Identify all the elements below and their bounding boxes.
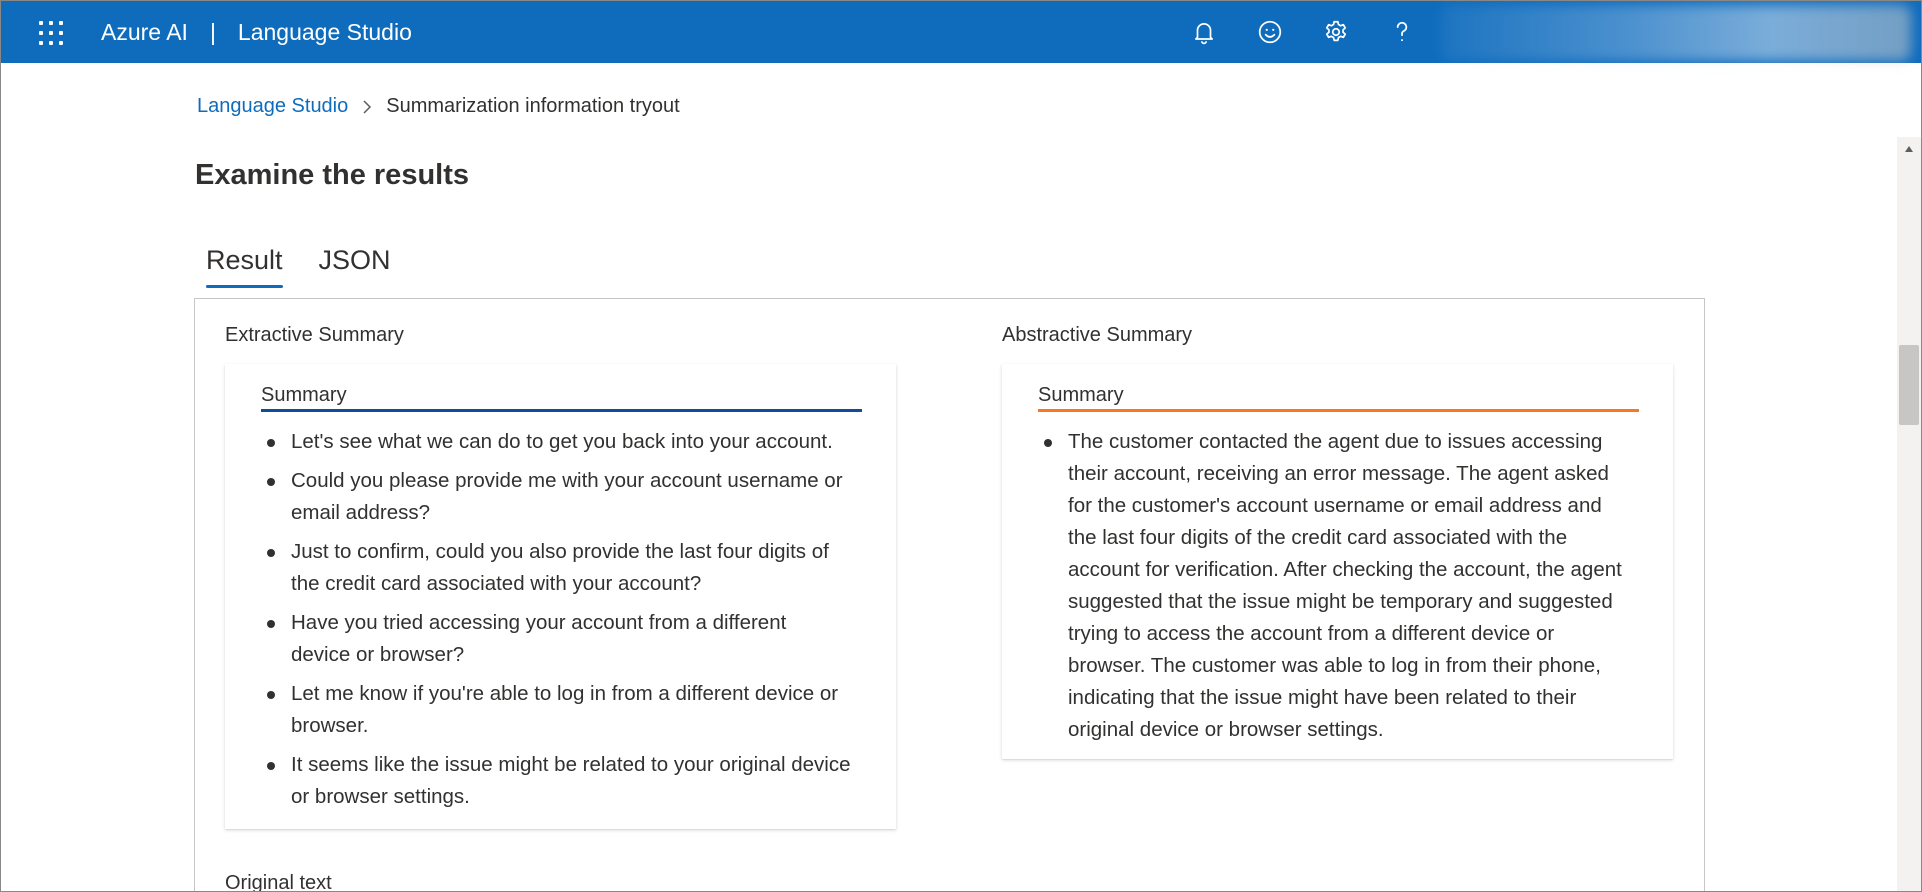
page-title: Examine the results [195,159,469,191]
smiley-feedback-icon [1258,20,1282,44]
chevron-right-icon [362,99,372,115]
top-actions [1171,15,1435,49]
list-item: Could you please provide me with your ac… [261,465,851,529]
page-scrollbar[interactable] [1897,137,1921,891]
settings-button[interactable] [1303,15,1369,49]
list-item: Let me know if you're able to log in fro… [261,678,851,742]
abstractive-card-title: Summary [1038,384,1124,406]
abstractive-sentence-list: The customer contacted the agent due to … [1038,426,1628,753]
help-icon [1396,21,1408,42]
tab-json[interactable]: JSON [319,245,391,288]
breadcrumb-current-page: Summarization information tryout [386,95,680,117]
notifications-button[interactable] [1171,15,1237,49]
extractive-sentence-list: Let's see what we can do to get you back… [261,426,851,820]
list-item: It seems like the issue might be related… [261,749,851,813]
brand-separator: | [209,19,216,45]
feedback-button[interactable] [1237,15,1303,49]
abstractive-accent-rule [1038,409,1639,412]
app-window: Azure AI | Language Studio Language Stud… [0,0,1922,892]
scrollbar-thumb[interactable] [1899,345,1919,425]
list-item: The customer contacted the agent due to … [1038,426,1628,746]
top-nav-bar: Azure AI | Language Studio [1,1,1921,63]
breadcrumb: Language Studio Summarization informatio… [197,95,680,118]
list-item: Just to confirm, could you also provide … [261,536,851,600]
abstractive-summary-card: Summary The customer contacted the agent… [1002,364,1673,759]
tab-result[interactable]: Result [206,245,283,288]
list-item: Let's see what we can do to get you back… [261,426,851,458]
gear-icon [1325,20,1347,42]
extractive-accent-rule [261,409,862,412]
product-name: Azure AI [101,19,188,45]
extractive-card-title: Summary [261,384,347,406]
account-menu-blurred[interactable] [1441,5,1911,61]
results-panel: Extractive Summary Summary Let's see wha… [194,298,1705,892]
list-item: Have you tried accessing your account fr… [261,607,851,671]
bell-icon [1195,23,1213,45]
help-button[interactable] [1369,15,1435,49]
result-tabs: Result JSON [206,245,427,288]
scroll-up-icon[interactable] [1899,139,1919,159]
original-text-label: Original text [225,872,332,892]
extractive-summary-card: Summary Let's see what we can do to get … [225,364,896,829]
abstractive-summary-label: Abstractive Summary [1002,324,1193,346]
app-name[interactable]: Language Studio [238,19,412,45]
extractive-summary-label: Extractive Summary [225,324,404,346]
breadcrumb-language-studio-link[interactable]: Language Studio [197,95,348,118]
brand-title: Azure AI | Language Studio [101,19,412,46]
app-launcher-icon[interactable] [39,21,63,45]
